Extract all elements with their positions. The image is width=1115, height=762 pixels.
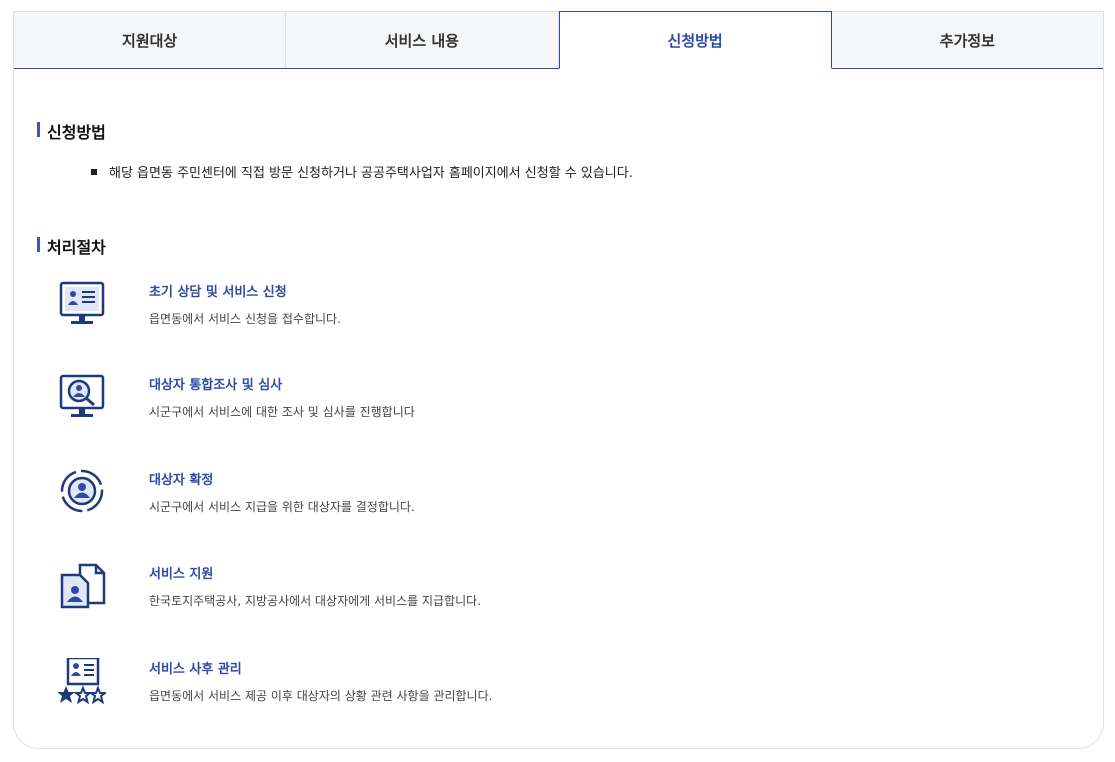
process-step: 서비스 사후 관리 읍면동에서 서비스 제공 이후 대상자의 상황 관련 사항을… [58, 658, 658, 710]
apply-bullet-text: 해당 읍면동 주민센터에 직접 방문 신청하거나 공공주택사업자 홈페이지에서 … [109, 166, 633, 181]
tab-how-to-apply[interactable]: 신청방법 [558, 11, 832, 69]
monitor-profile-icon [59, 281, 105, 324]
tab-bar: 지원대상 서비스 내용 신청방법 추가정보 [14, 11, 1103, 69]
step-title: 서비스 사후 관리 [149, 662, 242, 677]
tab-additional-info[interactable]: 추가정보 [831, 12, 1103, 68]
step-title: 서비스 지원 [149, 567, 214, 582]
process-step: 대상자 통합조사 및 심사 시군구에서 서비스에 대한 조사 및 심사를 진행합… [58, 374, 658, 426]
step-description: 읍면동에서 서비스 제공 이후 대상자의 상황 관련 사항을 관리합니다. [149, 689, 493, 703]
process-step: 초기 상담 및 서비스 신청 읍면동에서 서비스 신청을 접수합니다. [58, 281, 658, 333]
step-title: 대상자 통합조사 및 심사 [149, 378, 283, 393]
step-title: 초기 상담 및 서비스 신청 [149, 285, 287, 300]
bullet-square-icon [91, 168, 97, 175]
document-person-icon [60, 563, 106, 609]
target-person-icon [60, 469, 104, 513]
rating-profile-icon [58, 658, 106, 705]
step-description: 읍면동에서 서비스 신청을 접수합니다. [149, 312, 341, 326]
step-title: 대상자 확정 [149, 473, 214, 488]
apply-bullet-item: 해당 읍면동 주민센터에 직접 방문 신청하거나 공공주택사업자 홈페이지에서 … [91, 162, 633, 181]
tab-eligibility[interactable]: 지원대상 [14, 12, 287, 68]
process-step: 서비스 지원 한국토지주택공사, 지방공사에서 대상자에게 서비스를 지급합니다… [58, 563, 658, 615]
section-title-apply: 신청방법 [37, 119, 106, 143]
tab-service-content[interactable]: 서비스 내용 [286, 12, 559, 68]
step-description: 시군구에서 서비스에 대한 조사 및 심사를 진행합니다 [149, 405, 415, 419]
process-step: 대상자 확정 시군구에서 서비스 지급을 위한 대상자를 결정합니다. [58, 469, 658, 521]
search-person-icon [59, 374, 105, 417]
step-description: 시군구에서 서비스 지급을 위한 대상자를 결정합니다. [149, 500, 415, 514]
section-title-process: 처리절차 [37, 234, 106, 258]
step-description: 한국토지주택공사, 지방공사에서 대상자에게 서비스를 지급합니다. [149, 594, 482, 608]
